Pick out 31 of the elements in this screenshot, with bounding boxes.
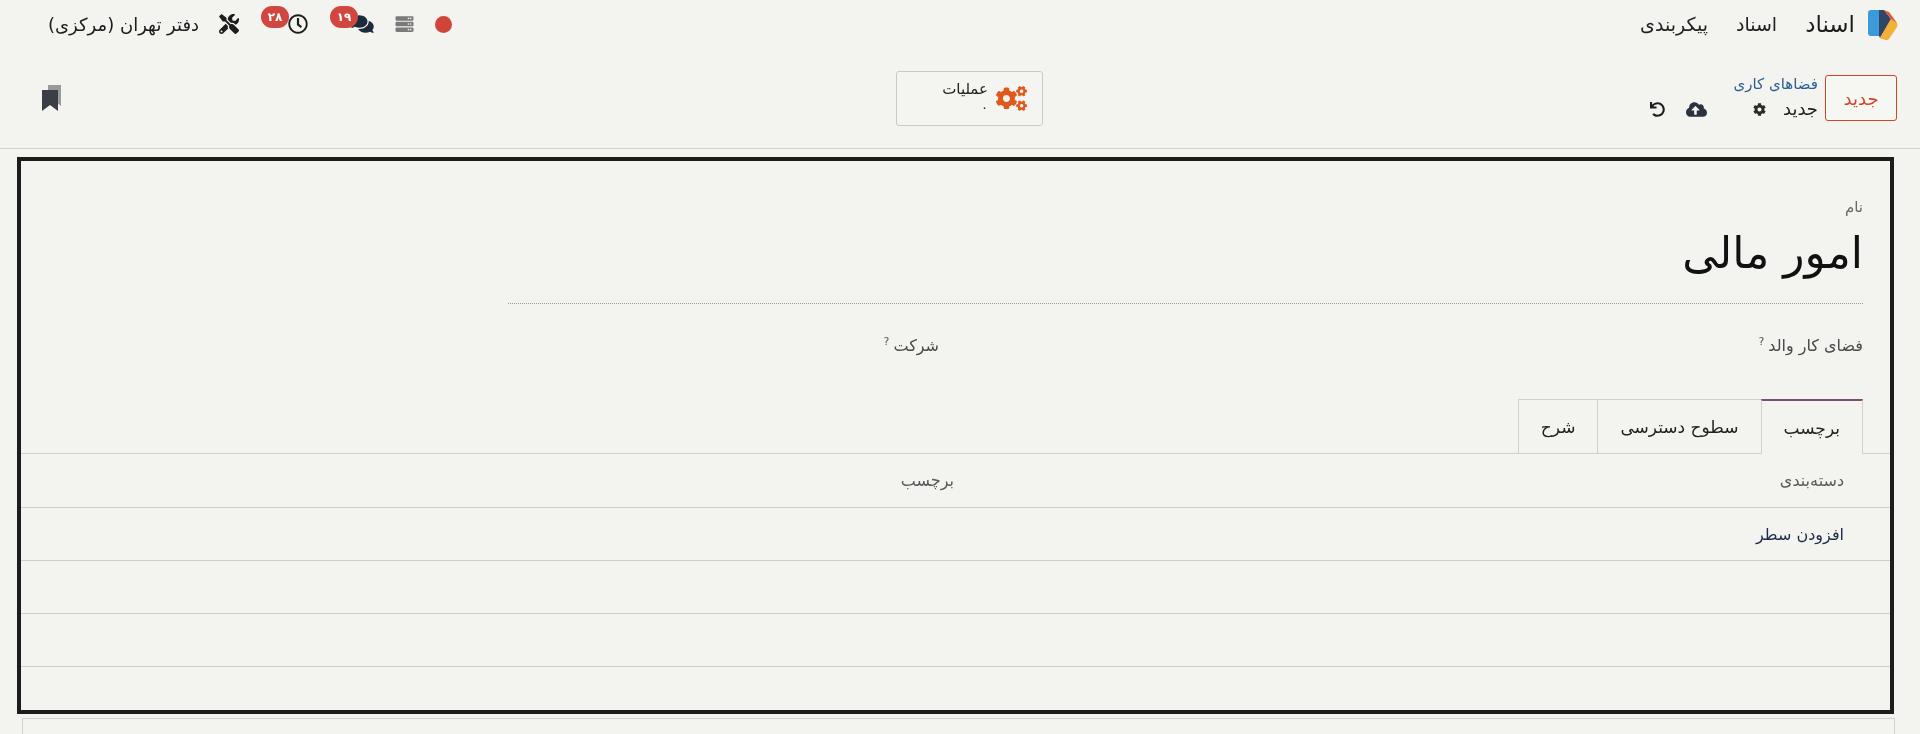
activity-count-badge: ۲۸: [261, 6, 290, 28]
help-mark[interactable]: ?: [883, 335, 890, 349]
clock-icon[interactable]: [288, 14, 309, 34]
gears-icon: [996, 85, 1027, 111]
new-button[interactable]: جدید: [1825, 75, 1897, 121]
bookmark-icon[interactable]: [42, 85, 61, 111]
add-line-link[interactable]: افزودن سطر: [1756, 524, 1844, 544]
cloud-upload-icon[interactable]: [1685, 100, 1707, 118]
field-label: فضای کار والد: [1768, 335, 1863, 357]
breadcrumb-link[interactable]: فضاهای کاری: [1733, 75, 1818, 93]
record-title: جدید: [1782, 97, 1818, 121]
tab[interactable]: شرح: [1517, 399, 1599, 453]
tab[interactable]: برچسب: [1760, 399, 1863, 454]
app-logo[interactable]: [1867, 8, 1898, 40]
name-field[interactable]: امور مالی: [508, 224, 1863, 304]
help-mark[interactable]: ?: [1758, 335, 1765, 349]
app-name[interactable]: اسناد: [1805, 11, 1855, 37]
undo-icon[interactable]: [1649, 101, 1665, 117]
name-label: نام: [1844, 197, 1863, 217]
menu-item[interactable]: پیکربندی: [1640, 13, 1708, 35]
message-count-badge: ۱۹: [330, 6, 359, 28]
menu-item[interactable]: اسناد: [1735, 13, 1778, 35]
company-switcher[interactable]: دفتر تهران (مرکزی): [48, 13, 200, 35]
column-header: برچسب: [900, 471, 954, 490]
smart-button[interactable]: عملیات ۰: [896, 70, 1043, 126]
status-dot-icon[interactable]: [435, 15, 453, 33]
tools-icon[interactable]: [219, 14, 240, 34]
settings-icon[interactable]: [1752, 102, 1766, 116]
server-icon[interactable]: [394, 15, 416, 33]
field-label: شرکت: [893, 335, 939, 357]
column-header: دسته‌بندی: [1779, 471, 1844, 490]
